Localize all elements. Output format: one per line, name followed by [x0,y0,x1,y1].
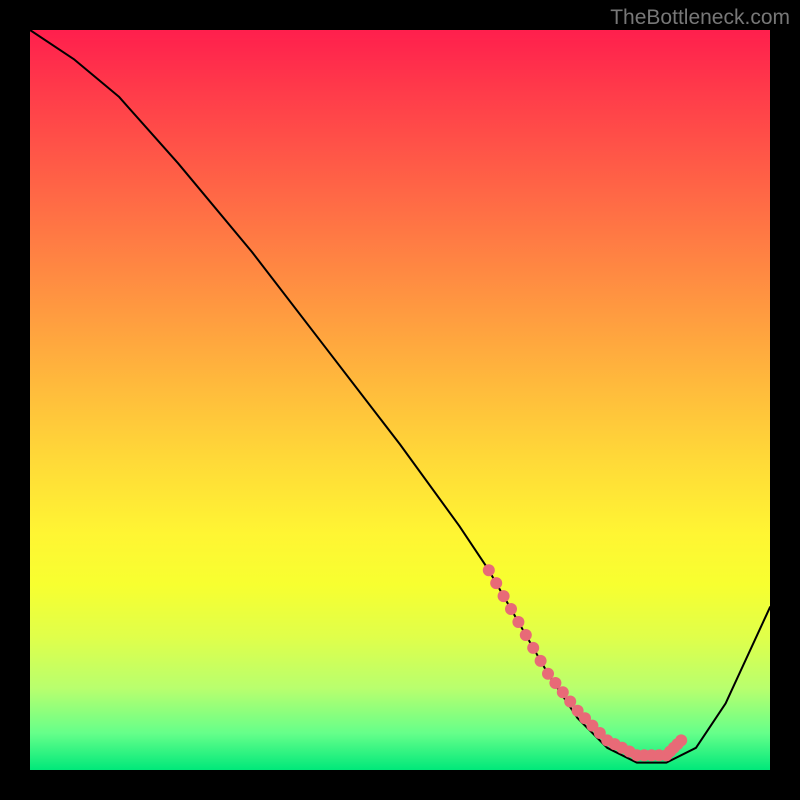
marker-dot [498,590,510,602]
watermark-text: TheBottleneck.com [610,6,790,30]
marker-dot [564,696,576,708]
marker-dot [490,577,502,589]
marker-dot [505,603,517,615]
marker-dot [483,564,495,576]
marker-dot [535,655,547,667]
marker-dot [675,734,687,746]
marker-dot [512,616,524,628]
chart-svg [30,30,770,770]
chart-frame: TheBottleneck.com [0,0,800,800]
plot-area [30,30,770,770]
marker-dot [527,642,539,654]
marker-band [483,564,687,761]
marker-dot [549,677,561,689]
marker-dot [520,629,532,641]
bottleneck-curve [30,30,770,763]
